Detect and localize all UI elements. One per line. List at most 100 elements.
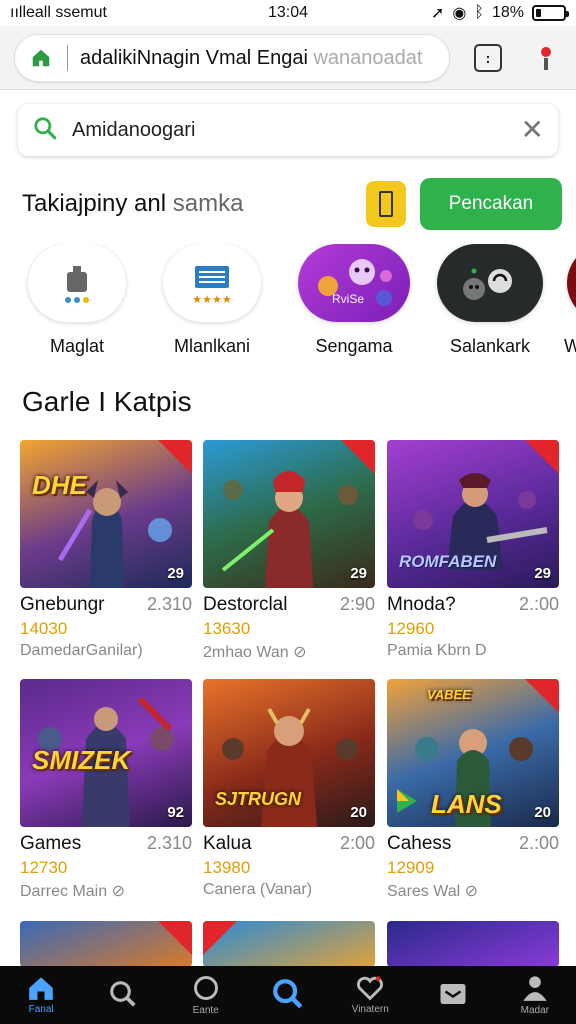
- monster-faces-icon: RviSe: [298, 244, 410, 322]
- game-card[interactable]: [203, 921, 375, 967]
- badge-ribbon: [203, 921, 237, 955]
- game-thumbnail: [387, 921, 559, 967]
- battery-percent: 18%: [491, 4, 524, 21]
- game-name: Destorclal: [203, 594, 288, 615]
- section-title-main: Takiajpiny anl: [22, 190, 167, 217]
- location-icon: ➚: [430, 5, 445, 22]
- nav-inbox[interactable]: [411, 966, 493, 1024]
- bluetooth-icon: ᛒ: [474, 4, 484, 21]
- game-rating: 29: [350, 565, 367, 582]
- game-count: 12909: [387, 858, 435, 877]
- bookmark-button[interactable]: [366, 181, 406, 227]
- game-thumbnail: ROMFABEN 29: [387, 440, 559, 588]
- category-item[interactable]: RviSe Sengama: [294, 244, 414, 357]
- game-thumbnail: VABEE LANS 20: [387, 679, 559, 827]
- category-item[interactable]: Maglat: [17, 244, 137, 357]
- game-card[interactable]: DHE 29 Gnebungr 2.310 14030 DamedarGanila…: [20, 440, 192, 660]
- nav-eante[interactable]: Eante: [165, 966, 247, 1024]
- game-count: 13630: [203, 619, 251, 638]
- package-icon: [28, 244, 126, 322]
- game-subtitle: DamedarGanilar): [20, 642, 143, 659]
- search-bar[interactable]: Amidanoogari ✕: [18, 104, 558, 156]
- category-item[interactable]: ★★★★ Mlanlkani: [152, 244, 272, 357]
- category-item[interactable]: W: [556, 244, 576, 357]
- game-card[interactable]: VABEE LANS 20 Cahess 2.:00 12909 Sares Wa…: [387, 679, 559, 901]
- home-icon[interactable]: [27, 44, 55, 72]
- status-icons: ➚ ◉ ᛒ 18%: [430, 3, 569, 23]
- tabs-count: :: [485, 50, 491, 66]
- nav-search-active[interactable]: [247, 966, 329, 1024]
- game-thumbnail: [203, 921, 375, 967]
- search-input[interactable]: Amidanoogari: [72, 119, 521, 142]
- category-label: Maglat: [49, 336, 105, 356]
- circle-icon: [193, 976, 218, 1000]
- phone-icon: [379, 191, 393, 217]
- badge-ribbon: [525, 440, 559, 474]
- nav-home[interactable]: Fanal: [0, 966, 82, 1024]
- game-name: Cahess: [387, 833, 452, 854]
- game-card[interactable]: [387, 921, 559, 967]
- game-card[interactable]: ROMFABEN 29 Mnoda? 2.:00 12960 Pamia Kbrn…: [387, 440, 559, 660]
- game-rating: 20: [534, 804, 551, 821]
- url-text: adalikiNnagin Vmal Engai wananoadat: [80, 47, 422, 70]
- game-rating: 92: [167, 804, 184, 821]
- game-subtitle: Pamia Kbrn D: [387, 642, 487, 659]
- badge-ribbon: [525, 679, 559, 713]
- category-label: Sengama: [315, 336, 393, 356]
- game-card[interactable]: SJTRUGN 20 Kalua 2:00 13980 Canera (Vanar…: [203, 679, 375, 899]
- game-price: 2.310: [146, 594, 192, 614]
- category-row: Maglat ★★★★ Mlanlkani RviSe Sengama Sala…: [0, 244, 576, 364]
- mic-icon[interactable]: [536, 42, 556, 74]
- badge-ribbon: [341, 440, 375, 474]
- game-card[interactable]: 29 Destorclal 2:90 13630 2mhao Wan ⊘: [203, 440, 375, 662]
- url-main: adalikiNnagin Vmal Engai: [80, 46, 308, 69]
- nav-label: Madar: [520, 1005, 549, 1016]
- game-count: 13980: [203, 858, 251, 877]
- game-thumbnail: [20, 921, 192, 967]
- game-banner: DHE: [32, 470, 87, 500]
- tabs-button[interactable]: :: [474, 44, 502, 72]
- search-icon: [32, 115, 58, 146]
- bottom-nav: Fanal Eante Vinatern Madar: [0, 966, 576, 1024]
- game-subtitle: Darrec Main ⊘: [20, 883, 125, 900]
- list-icon: ★★★★: [163, 244, 261, 322]
- game-card[interactable]: [20, 921, 192, 967]
- game-price: 2.310: [146, 833, 192, 853]
- game-subtitle: 2mhao Wan ⊘: [203, 644, 307, 661]
- carrier-label: ıılleall ssemut: [10, 4, 107, 21]
- wifi-icon: ◉: [452, 5, 467, 22]
- game-thumbnail: SMIZEK 92: [20, 679, 192, 827]
- game-rating: 29: [534, 565, 551, 582]
- nav-label: Fanal: [28, 1004, 54, 1015]
- game-subtitle: Canera (Vanar): [203, 881, 313, 898]
- game-banner: LANS: [431, 789, 502, 819]
- action-button[interactable]: Pencakan: [420, 178, 562, 230]
- game-rating: 20: [350, 804, 367, 821]
- game-thumbnail: SJTRUGN 20: [203, 679, 375, 827]
- clear-icon[interactable]: ✕: [521, 116, 544, 144]
- category-label: W: [564, 336, 576, 356]
- url-faded: wananoadat: [313, 46, 423, 69]
- status-bar: ıılleall ssemut 13:04 ➚ ◉ ᛒ 18%: [0, 0, 576, 26]
- nav-label: Eante: [192, 1005, 219, 1016]
- game-price: 2:90: [339, 594, 375, 614]
- game-subtitle: Sares Wal ⊘: [387, 883, 479, 900]
- bomb-icon: [437, 244, 543, 322]
- nav-favorites[interactable]: Vinatern: [329, 966, 411, 1024]
- section-title-faded: samka: [172, 190, 244, 217]
- game-name: Kalua: [203, 833, 252, 854]
- category-label: Mlanlkani: [173, 336, 251, 356]
- category-label: Salankark: [449, 336, 531, 356]
- inbox-icon: [440, 983, 466, 1004]
- nav-search[interactable]: [82, 966, 164, 1024]
- game-count: 12960: [387, 619, 435, 638]
- game-count: 12730: [20, 858, 68, 877]
- section-header: Takiajpiny anl samka Pencakan: [22, 178, 562, 230]
- category-caption: RviSe: [332, 292, 365, 306]
- game-thumbnail: DHE 29: [20, 440, 192, 588]
- game-price: 2.:00: [518, 594, 559, 614]
- game-card[interactable]: SMIZEK 92 Games 2.310 12730 Darrec Main ⊘: [20, 679, 192, 901]
- address-bar[interactable]: adalikiNnagin Vmal Engai wananoadat: [14, 34, 450, 82]
- nav-profile[interactable]: Madar: [494, 966, 576, 1024]
- category-item[interactable]: Salankark: [430, 244, 550, 357]
